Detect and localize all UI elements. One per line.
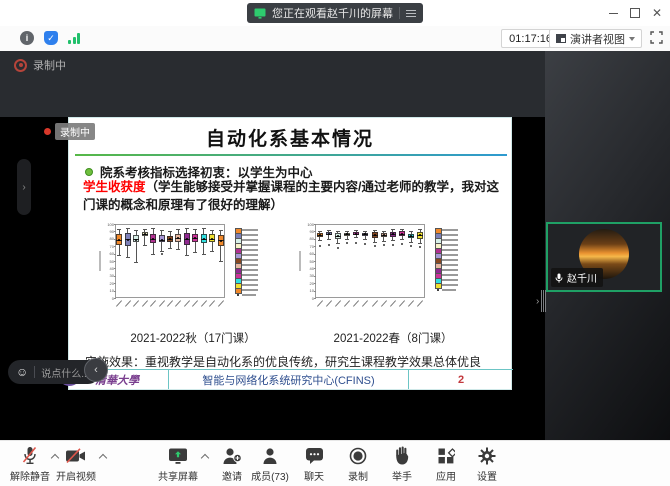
screen-share-icon [254,8,266,19]
minimize-button[interactable] [604,5,622,21]
slide-title: 自动化系基本情况 [69,124,511,151]
record-dot-icon [14,59,27,72]
raised-hand-icon [394,445,410,466]
toolbar-item-settings[interactable]: 设置 [459,445,515,483]
layout-icon [556,34,566,43]
badge-menu-icon[interactable] [406,10,416,17]
network-signal-icon[interactable] [68,32,82,44]
participant-name: 赵千川 [567,270,597,285]
title-underline [75,154,507,156]
toolbar-item-label: 设置 [477,468,497,483]
sidebar-collapse-handle[interactable]: › [536,290,546,312]
toolbar-item-start-video[interactable]: 开启视频 [48,445,104,483]
footer-page-number: 2 [409,370,513,389]
video-options-caret[interactable] [100,453,107,460]
title-bar: 您正在观看赵千川的屏幕 ✕ [0,0,670,26]
microphone-icon [555,273,563,283]
boxplot-chart-spring: 0102030405060708090100 [293,222,493,322]
share-screen-icon [168,445,188,466]
watching-screen-text: 您正在观看赵千川的屏幕 [272,5,393,21]
meeting-toolbar: 解除静音 开启视频 共享屏幕 [0,440,670,486]
presentation-slide: 自动化系基本情况 院系考核指标选择初衷：以学生为中心 学生收获度（学生能够接受并… [68,117,512,390]
emoji-icon[interactable]: ☺ [16,366,28,378]
apps-grid-icon [437,445,455,466]
toolbar-item-share-screen[interactable]: 共享屏幕 [150,445,206,483]
chat-collapse-button[interactable]: ‹ [84,358,108,382]
person-plus-icon [222,445,242,466]
recording-chip: 录制中 [44,123,95,140]
drag-handle-icon [541,290,546,312]
effect-line: 实施效果：重视教学是自动化系的优良传统，研究生课程教学效果总体优良 [85,353,481,370]
toolbar-item-label: 聊天 [304,468,324,483]
recording-indicator-label: 录制中 [33,57,66,73]
recording-chip-label: 录制中 [55,123,95,140]
participant-name-chip: 赵千川 [551,268,603,287]
participant-video-tile[interactable]: 赵千川 › [546,222,662,292]
left-panel-toggle[interactable]: › [17,159,31,215]
meeting-info-icon[interactable]: i [20,31,34,45]
toolbar-item-label: 成员(73) [251,468,289,483]
meeting-window: 您正在观看赵千川的屏幕 ✕ i ✓ 01:17:16 演讲者视图 录制中 › [0,0,670,486]
shared-screen-top-band [0,51,545,117]
shared-screen-area: 录制中 › 自动化系基本情况 院系考核指标选择初衷：以学生为中心 学生收获度（学… [0,51,545,440]
toolbar-item-label: 录制 [348,468,368,483]
person-icon [261,445,279,466]
chat-placeholder[interactable]: 说点什么... [41,365,89,380]
bullet-icon [85,168,93,176]
camera-off-icon [65,445,87,466]
speaker-view-button[interactable]: 演讲者视图 [549,29,642,48]
boxplot-chart-fall: 0102030405060708090100 [93,222,293,322]
chart-caption-left: 2021-2022秋（17门课） [93,330,293,346]
security-shield-icon[interactable]: ✓ [44,31,58,45]
toolbar-item-label: 开启视频 [56,468,96,483]
chat-divider [34,366,35,378]
close-button[interactable]: ✕ [648,5,666,21]
highlight-paragraph: 学生收获度（学生能够接受并掌握课程的主要内容/通过老师的教学，我对这门课的概念和… [83,179,501,215]
chat-bubble-icon [305,445,324,466]
record-circle-icon [349,445,367,466]
toolbar-item-label: 解除静音 [10,468,50,483]
record-dot-icon [44,128,51,135]
slide-footer: 清華大學 智能与网络化系统研究中心(CFINS) 2 [69,369,513,389]
toolbar-item-label: 应用 [436,468,456,483]
toolbar-item-label: 举手 [392,468,412,483]
chevron-right-icon: › [536,296,539,307]
footer-center: 智能与网络化系统研究中心(CFINS) [169,370,409,389]
highlight-term: 学生收获度 [83,180,146,194]
toolbar-item-label: 共享屏幕 [158,468,198,483]
watching-screen-badge[interactable]: 您正在观看赵千川的屏幕 [247,3,423,23]
microphone-muted-icon [21,445,39,466]
participants-sidebar: 赵千川 › [545,51,670,440]
speaker-view-label: 演讲者视图 [570,31,625,47]
maximize-button[interactable] [626,5,644,21]
toolbar-item-label: 邀请 [222,468,242,483]
highlight-rest: （学生能够接受并掌握课程的主要内容/通过老师的教学，我对这门课的概念和原理有了很… [83,180,499,212]
chart-caption-right: 2021-2022春（8门课） [293,330,493,346]
chevron-down-icon [629,37,635,41]
fullscreen-icon[interactable] [650,31,663,44]
badge-divider [399,7,400,19]
recording-indicator: 录制中 [14,57,66,73]
gear-icon [478,445,496,466]
